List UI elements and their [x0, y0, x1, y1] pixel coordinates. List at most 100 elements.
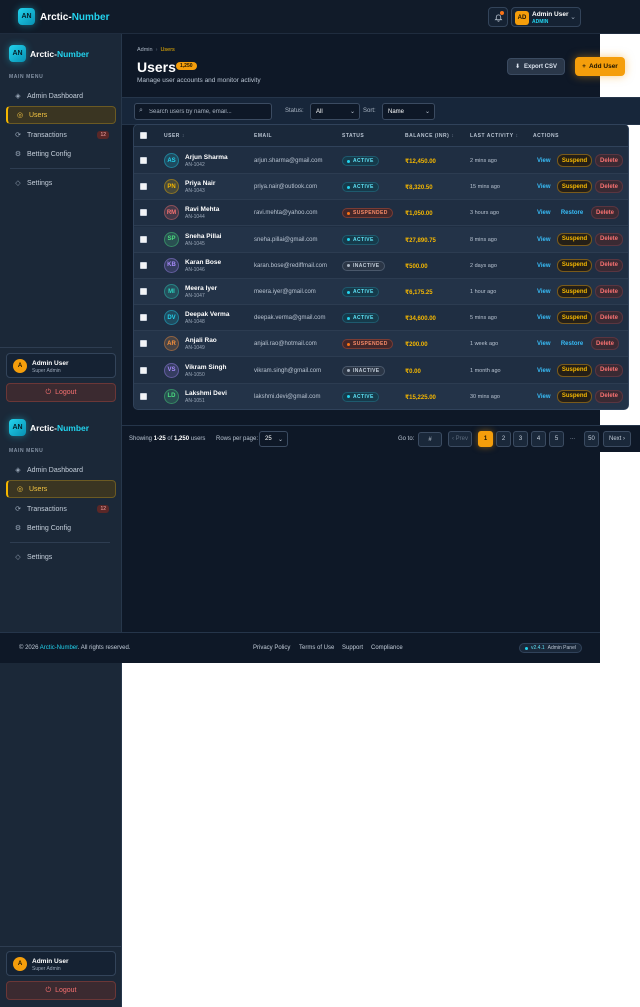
- sidebar-item-transactions[interactable]: ⟳ Transactions 12: [6, 126, 116, 144]
- sort-select-value: Name: [388, 108, 405, 115]
- footer-link-terms[interactable]: Terms of Use: [299, 645, 334, 651]
- row-checkbox[interactable]: [140, 288, 147, 295]
- download-icon: ⬇: [514, 64, 520, 70]
- suspend-button[interactable]: Suspend: [557, 232, 592, 246]
- logout-button[interactable]: ⏻ Logout: [6, 981, 116, 1000]
- suspend-button[interactable]: Suspend: [557, 389, 592, 403]
- copyright-brand[interactable]: Arctic-Number: [40, 645, 78, 651]
- chevron-down-icon: ⌄: [277, 437, 283, 443]
- rows-per-page-value: 25: [265, 436, 272, 442]
- view-button[interactable]: View: [537, 394, 551, 400]
- suspend-button[interactable]: Suspend: [557, 154, 592, 167]
- view-button[interactable]: View: [537, 158, 551, 164]
- page-button-4[interactable]: 4: [531, 431, 546, 447]
- breadcrumb-root[interactable]: Admin: [137, 47, 153, 53]
- user-id: AN-1043: [185, 188, 205, 195]
- sidebar-item-betting-config[interactable]: ⚙ Betting Config: [6, 519, 116, 537]
- select-all-checkbox[interactable]: [140, 132, 147, 139]
- view-button[interactable]: View: [537, 263, 551, 269]
- delete-button[interactable]: Delete: [595, 258, 623, 272]
- export-csv-button[interactable]: ⬇ Export CSV: [507, 58, 565, 75]
- settings-icon: ◇: [15, 180, 21, 187]
- add-user-button[interactable]: + Add User: [575, 57, 625, 76]
- brand-name-accent: Number: [71, 12, 110, 23]
- sidebar-item-dashboard[interactable]: ◈ Admin Dashboard: [6, 461, 116, 479]
- page-button-3[interactable]: 3: [513, 431, 528, 447]
- sidebar-user-card[interactable]: A Admin User Super Admin: [6, 353, 116, 378]
- goto-page-input[interactable]: #: [418, 432, 442, 447]
- page-button-1[interactable]: 1: [478, 431, 493, 447]
- row-checkbox[interactable]: [140, 366, 147, 374]
- suspend-button[interactable]: Suspend: [557, 363, 592, 377]
- row-checkbox[interactable]: [140, 392, 147, 400]
- restore-button[interactable]: Restore: [557, 337, 587, 350]
- delete-button[interactable]: Delete: [591, 206, 619, 220]
- sidebar-brand[interactable]: Arctic-Number: [30, 423, 89, 433]
- status-filter-label: Status:: [285, 108, 304, 114]
- view-button[interactable]: View: [537, 315, 551, 321]
- suspend-button[interactable]: Suspend: [557, 285, 592, 298]
- row-checkbox[interactable]: [140, 340, 147, 348]
- page-button-2[interactable]: 2: [496, 431, 511, 447]
- suspend-button[interactable]: Suspend: [557, 180, 592, 194]
- last-activity: 1 month ago: [470, 367, 501, 374]
- column-header-balance[interactable]: BALANCE (INR) ↕: [405, 133, 454, 139]
- suspend-button[interactable]: Suspend: [557, 258, 592, 272]
- view-button[interactable]: View: [537, 289, 551, 295]
- user-email: deepak.verma@gmail.com: [254, 315, 326, 322]
- user-name: Anjali Rao: [185, 337, 217, 345]
- delete-button[interactable]: Delete: [595, 389, 623, 403]
- view-button[interactable]: View: [537, 237, 551, 243]
- search-box[interactable]: ⌕: [134, 103, 272, 120]
- page-button-last[interactable]: 50: [584, 431, 599, 447]
- sort-label: Sort:: [363, 108, 376, 114]
- search-input[interactable]: [149, 106, 269, 118]
- row-checkbox[interactable]: [140, 314, 147, 322]
- view-button[interactable]: View: [537, 210, 551, 216]
- sidebar-brand[interactable]: Arctic-Number: [30, 49, 89, 59]
- logout-button[interactable]: ⏻ Logout: [6, 383, 116, 402]
- rows-per-page-select[interactable]: 25 ⌄: [259, 431, 288, 447]
- brand-name[interactable]: Arctic-Number: [40, 12, 109, 23]
- delete-button[interactable]: Delete: [595, 232, 623, 246]
- sidebar-item-settings[interactable]: ◇ Settings: [6, 174, 116, 192]
- row-checkbox[interactable]: [140, 209, 147, 217]
- restore-button[interactable]: Restore: [557, 206, 587, 219]
- delete-button[interactable]: Delete: [595, 154, 623, 167]
- footer-link-compliance[interactable]: Compliance: [371, 645, 403, 651]
- next-page-button[interactable]: Next ›: [603, 431, 631, 447]
- view-button[interactable]: View: [537, 184, 551, 190]
- column-header-user[interactable]: USER ↕: [164, 133, 185, 139]
- prev-page-button[interactable]: ‹ Prev: [448, 431, 472, 447]
- row-checkbox[interactable]: [140, 235, 147, 243]
- user-menu-button[interactable]: AD Admin User ADMIN ⌄: [511, 7, 581, 27]
- sidebar-item-betting-config[interactable]: ⚙ Betting Config: [6, 145, 116, 163]
- sidebar-item-users[interactable]: ◎ Users: [6, 480, 116, 498]
- delete-button[interactable]: Delete: [595, 363, 623, 377]
- row-checkbox[interactable]: [140, 261, 147, 269]
- brand-name-accent: Number: [56, 49, 90, 59]
- row-checkbox[interactable]: [140, 183, 147, 191]
- sidebar-item-transactions[interactable]: ⟳ Transactions 12: [6, 500, 116, 518]
- delete-button[interactable]: Delete: [595, 285, 623, 298]
- sidebar-item-users[interactable]: ◎ Users: [6, 106, 116, 124]
- notifications-button[interactable]: [488, 7, 508, 27]
- sidebar-item-settings[interactable]: ◇ Settings: [6, 548, 116, 566]
- status-select[interactable]: All ⌄: [310, 103, 360, 120]
- row-checkbox[interactable]: [140, 157, 147, 164]
- delete-button[interactable]: Delete: [595, 180, 623, 194]
- footer-link-privacy[interactable]: Privacy Policy: [253, 645, 290, 651]
- column-header-last-activity[interactable]: LAST ACTIVITY ↕: [470, 133, 519, 139]
- sidebar-item-dashboard[interactable]: ◈ Admin Dashboard: [6, 87, 116, 105]
- sort-select[interactable]: Name ⌄: [382, 103, 435, 120]
- page-button-5[interactable]: 5: [549, 431, 564, 447]
- view-button[interactable]: View: [537, 368, 551, 374]
- suspend-button[interactable]: Suspend: [557, 311, 592, 325]
- view-button[interactable]: View: [537, 341, 551, 347]
- sidebar-item-label: Settings: [27, 179, 53, 187]
- footer-link-support[interactable]: Support: [342, 645, 363, 651]
- sidebar-user-card[interactable]: A Admin User Super Admin: [6, 951, 116, 976]
- delete-button[interactable]: Delete: [595, 311, 623, 325]
- delete-button[interactable]: Delete: [591, 337, 619, 351]
- balance: ₹8,320.50: [405, 185, 433, 192]
